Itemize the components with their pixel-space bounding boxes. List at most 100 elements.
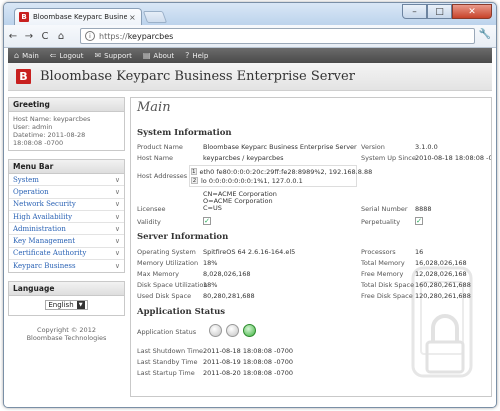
server-info-value: 18% xyxy=(203,281,218,289)
uptime-label: System Up Since xyxy=(361,154,416,162)
nav-main[interactable]: ⌂ Main xyxy=(14,51,39,60)
maximize-button[interactable]: □ xyxy=(427,4,452,19)
reload-icon[interactable]: C xyxy=(38,28,52,44)
serial-label: Serial Number xyxy=(361,205,408,213)
version-label: Version xyxy=(361,143,385,151)
last-startup-label: Last Startup Time xyxy=(137,369,195,377)
nav-label: Support xyxy=(104,51,132,60)
chevron-down-icon: ∨ xyxy=(114,187,120,196)
licensee-line: C=US xyxy=(203,204,222,212)
menu-item-label: Certificate Authority xyxy=(13,249,87,258)
window-controls: – □ ✕ xyxy=(402,4,492,19)
copyright-company: Bloombase Technologies xyxy=(26,334,107,343)
licensee-label: Licensee xyxy=(137,205,166,213)
server-info-value: 80,280,281,688 xyxy=(203,292,255,300)
main-panel: Main System Information Product Name Blo… xyxy=(130,97,492,397)
nav-logout[interactable]: ⇐ Logout xyxy=(50,51,84,60)
language-value: English xyxy=(48,301,74,310)
browser-toolbar: ← → C ⌂ i https://keyparcbes 🔧 xyxy=(4,25,496,48)
host-addresses-label: Host Addresses xyxy=(137,172,188,180)
app-title: Bloombase Keyparc Business Enterprise Se… xyxy=(40,69,355,84)
server-info-label: Free Disk Space xyxy=(361,292,413,300)
host-name-value: keyparcbes / keyparcbes xyxy=(203,154,284,162)
chevron-down-icon: ∨ xyxy=(114,249,120,258)
running-status-icon[interactable] xyxy=(243,324,256,337)
menu-item-label: Network Security xyxy=(13,200,76,209)
support-icon: ✉ xyxy=(94,51,102,60)
standby-status-icon[interactable] xyxy=(226,324,239,337)
copyright: Copyright © 2012 Bloombase Technologies xyxy=(8,326,125,342)
forward-arrow-icon[interactable]: → xyxy=(22,28,36,44)
app-nav: ⌂ Main ⇐ Logout ✉ Support ▤ About ? Help xyxy=(8,48,492,63)
last-standby-label: Last Standby Time xyxy=(137,358,198,366)
server-info-value: 160,280,261,688 xyxy=(415,281,471,289)
server-info-value: 12,028,026,168 xyxy=(415,270,467,278)
perpetuality-label: Perpetuality xyxy=(361,218,401,226)
nav-label: Logout xyxy=(59,51,84,60)
menu-item-label: Administration xyxy=(13,224,66,233)
server-info-label: Memory Utilization xyxy=(137,259,199,267)
chevron-down-icon: ∨ xyxy=(114,262,120,271)
last-startup-value: 2011-08-20 18:08:08 -0700 xyxy=(203,369,293,377)
server-info-label: Free Memory xyxy=(361,270,404,278)
server-info-value: SpitfireOS 64 2.6.16-164.el5 xyxy=(203,248,296,256)
wrench-icon[interactable]: 🔧 xyxy=(479,29,491,40)
menu-item-system[interactable]: System ∨ xyxy=(9,174,124,187)
menu-item-label: Keyparc Business xyxy=(13,262,76,271)
host-addresses-list: 1 eth0 fe80:0:0:0:20c:29ff:fe28:8989%2, 1… xyxy=(189,165,372,187)
validity-label: Validity xyxy=(137,218,161,226)
menu-item-high-availability[interactable]: High Availability ∨ xyxy=(9,211,124,224)
page-info-icon[interactable]: i xyxy=(85,31,95,41)
menu-item-certificate-authority[interactable]: Certificate Authority ∨ xyxy=(9,248,124,261)
greeting-user: User: admin xyxy=(13,123,53,131)
browser-tab[interactable]: B Bloombase Keyparc Busine × xyxy=(14,8,142,25)
language-select[interactable]: English ▼ xyxy=(45,300,88,311)
page-viewport: ⌂ Main ⇐ Logout ✉ Support ▤ About ? Help B Bl… xyxy=(4,48,496,407)
menu-item-keyparc-business[interactable]: Keyparc Business ∨ xyxy=(9,260,124,272)
minimize-button[interactable]: – xyxy=(402,4,427,19)
close-window-button[interactable]: ✕ xyxy=(452,4,492,19)
url-scheme: https:// xyxy=(99,31,128,41)
nav-label: Help xyxy=(192,51,209,60)
greeting-datetime: Datetime: 2011-08-28 xyxy=(13,131,86,139)
menu-item-key-management[interactable]: Key Management ∨ xyxy=(9,235,124,248)
address-index: 1 xyxy=(191,168,197,175)
nav-label: About xyxy=(153,51,175,60)
nav-about[interactable]: ▤ About xyxy=(143,51,174,60)
chevron-down-icon: ∨ xyxy=(114,224,120,233)
nav-help[interactable]: ? Help xyxy=(185,51,208,60)
server-info-label: Operating System xyxy=(137,248,196,256)
perpetuality-checkbox[interactable]: ✓ xyxy=(415,217,423,225)
back-arrow-icon[interactable]: ← xyxy=(6,28,20,44)
nav-support[interactable]: ✉ Support xyxy=(94,51,131,60)
menu-item-operation[interactable]: Operation ∨ xyxy=(9,186,124,199)
validity-checkbox[interactable]: ✓ xyxy=(203,217,211,225)
product-name-value: Bloombase Keyparc Business Enterprise Se… xyxy=(203,143,357,151)
greeting-heading: Greeting xyxy=(9,98,124,112)
close-tab-icon[interactable]: × xyxy=(129,13,136,22)
menu-item-network-security[interactable]: Network Security ∨ xyxy=(9,199,124,211)
server-info-label: Max Memory xyxy=(137,270,179,278)
browser-titlebar: B Bloombase Keyparc Busine × – □ ✕ xyxy=(4,3,496,25)
language-heading: Language xyxy=(9,282,124,297)
app-header: B Bloombase Keyparc Business Enterprise … xyxy=(8,63,492,91)
menu-item-administration[interactable]: Administration ∨ xyxy=(9,223,124,236)
shutdown-status-icon[interactable] xyxy=(209,324,222,337)
new-tab-button[interactable] xyxy=(142,11,168,23)
favicon-icon: B xyxy=(19,12,29,22)
tab-title: Bloombase Keyparc Busine xyxy=(33,13,127,21)
address-bar[interactable]: i https://keyparcbes xyxy=(80,28,475,44)
language-panel: Language English ▼ xyxy=(8,281,125,317)
serial-value: 8888 xyxy=(415,205,432,213)
server-info-value: 18% xyxy=(203,259,218,267)
greeting-time: 18:08:08 -0700 xyxy=(13,139,64,147)
sidebar: Greeting Host Name: keyparcbes User: adm… xyxy=(8,97,125,342)
server-info-label: Disk Space Utilization xyxy=(137,281,208,289)
chevron-down-icon: ∨ xyxy=(114,237,120,246)
menu-bar-heading: Menu Bar xyxy=(9,160,124,174)
server-info-label: Processors xyxy=(361,248,396,256)
home-icon[interactable]: ⌂ xyxy=(54,28,68,44)
licensee-value: CN=ACME Corporation O=ACME Corporation C… xyxy=(203,191,277,212)
menu-bar-panel: Menu Bar System ∨ Operation ∨ Network Secu… xyxy=(8,159,125,274)
server-info-value: 8,028,026,168 xyxy=(203,270,251,278)
